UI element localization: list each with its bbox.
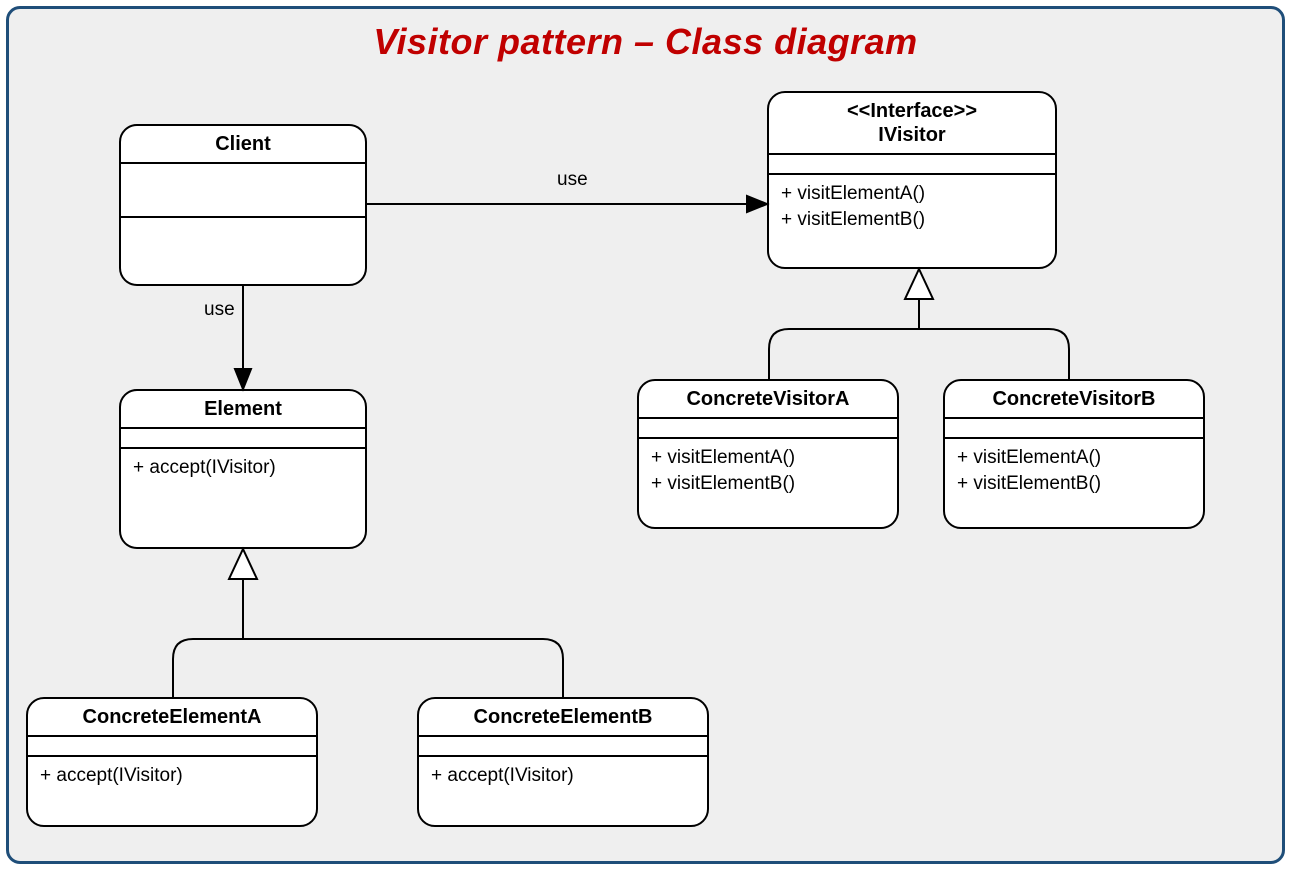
diagram-frame: Visitor pattern – Class diagram Client <…: [6, 6, 1285, 864]
class-attributes: [28, 737, 316, 755]
operation: + visitElementA(): [781, 181, 1043, 207]
class-operations: + visitElementA() + visitElementB(): [945, 439, 1203, 506]
operation: + accept(IVisitor): [133, 455, 353, 481]
gen-branch-visitors: [769, 329, 1069, 379]
diagram-title: Visitor pattern – Class diagram: [9, 21, 1282, 63]
generalization-arrowhead-icon: [905, 269, 933, 299]
class-operations: + visitElementA() + visitElementB(): [769, 175, 1055, 242]
class-attributes: [419, 737, 707, 755]
interface-ivisitor: <<Interface>> IVisitor + visitElementA()…: [767, 91, 1057, 269]
class-name: <<Interface>> IVisitor: [769, 93, 1055, 153]
class-operations: + visitElementA() + visitElementB(): [639, 439, 897, 506]
class-operations: [121, 218, 365, 234]
class-attributes: [945, 419, 1203, 437]
arrowhead-icon: [235, 369, 251, 389]
class-name: Client: [121, 126, 365, 162]
class-element: Element + accept(IVisitor): [119, 389, 367, 549]
class-concrete-visitor-b: ConcreteVisitorB + visitElementA() + vis…: [943, 379, 1205, 529]
class-name: ConcreteElementB: [419, 699, 707, 735]
class-attributes: [639, 419, 897, 437]
class-attributes: [121, 164, 365, 216]
operation: + accept(IVisitor): [431, 763, 695, 789]
class-operations: + accept(IVisitor): [419, 757, 707, 799]
assoc-label-use-visitor: use: [557, 169, 588, 191]
gen-branch-elements: [173, 639, 563, 697]
class-operations: + accept(IVisitor): [121, 449, 365, 491]
class-name: ConcreteVisitorA: [639, 381, 897, 417]
class-name-text: IVisitor: [878, 124, 945, 146]
generalization-arrowhead-icon: [229, 549, 257, 579]
class-concrete-visitor-a: ConcreteVisitorA + visitElementA() + vis…: [637, 379, 899, 529]
operation: + visitElementA(): [651, 445, 885, 471]
assoc-label-use-element: use: [204, 299, 235, 321]
arrowhead-icon: [747, 196, 767, 212]
class-operations: + accept(IVisitor): [28, 757, 316, 799]
class-concrete-element-a: ConcreteElementA + accept(IVisitor): [26, 697, 318, 827]
class-name: ConcreteVisitorB: [945, 381, 1203, 417]
operation: + accept(IVisitor): [40, 763, 304, 789]
class-name: ConcreteElementA: [28, 699, 316, 735]
class-client: Client: [119, 124, 367, 286]
class-name: Element: [121, 391, 365, 427]
operation: + visitElementB(): [781, 207, 1043, 233]
class-concrete-element-b: ConcreteElementB + accept(IVisitor): [417, 697, 709, 827]
stereotype: <<Interface>>: [777, 99, 1047, 123]
class-attributes: [121, 429, 365, 447]
class-attributes: [769, 155, 1055, 173]
operation: + visitElementB(): [957, 471, 1191, 497]
operation: + visitElementA(): [957, 445, 1191, 471]
operation: + visitElementB(): [651, 471, 885, 497]
